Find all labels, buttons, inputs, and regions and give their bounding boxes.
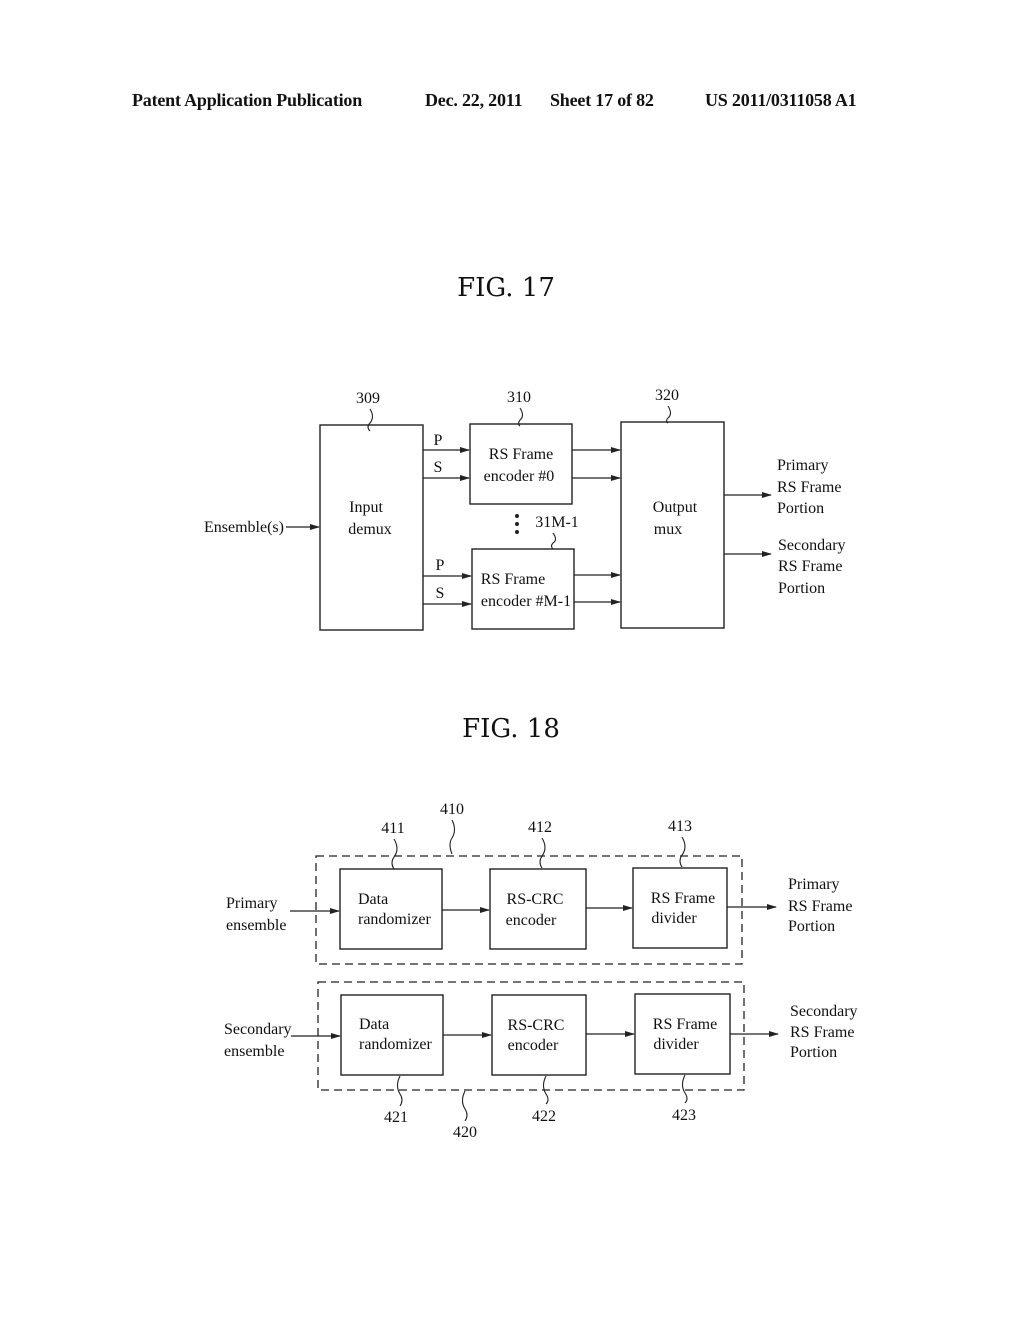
p-label-bottom: P [436, 557, 445, 574]
primary-rs-crc-encoder-block [489, 868, 587, 950]
secondary-portion-line2: RS Frame [790, 1024, 854, 1041]
secondary-divider-line2: divider [653, 1036, 699, 1053]
leader-410 [449, 819, 456, 855]
ensemble-input-label: Ensemble(s) [204, 519, 284, 536]
secondary-randomizer-line1: Data [359, 1016, 389, 1033]
fig17: FIG. 17 Input demux 309 Ensemble(s) RS F… [204, 273, 846, 631]
ref-421: 421 [384, 1109, 408, 1126]
primary-data-randomizer-block [339, 868, 443, 950]
encoder-m1-line2: encoder #M-1 [481, 593, 571, 610]
secondary-rs-crc-encoder-block [491, 994, 587, 1076]
ref-310: 310 [507, 389, 531, 406]
s-label-top: S [434, 459, 443, 476]
secondary-ensemble-line1: Secondary [224, 1021, 292, 1038]
leader-310 [517, 407, 524, 427]
ref-412: 412 [528, 819, 552, 836]
ref-309: 309 [356, 390, 380, 407]
fig17-title: FIG. 17 [457, 273, 555, 303]
ref-423: 423 [672, 1107, 696, 1124]
figures-canvas: FIG. 17 Input demux 309 Ensemble(s) RS F… [204, 273, 858, 1141]
input-demux-line2: demux [348, 521, 392, 538]
ref-420: 420 [453, 1124, 477, 1141]
primary-randomizer-line1: Data [358, 891, 388, 908]
leader-31m-1 [550, 532, 557, 550]
ref-410: 410 [440, 801, 464, 818]
primary-portion-line2: RS Frame [788, 898, 852, 915]
s-label-bottom: S [436, 585, 445, 602]
leader-413 [679, 836, 686, 868]
rs-frame-encoder-0-block [469, 423, 573, 505]
ref-31m-1: 31M-1 [535, 514, 579, 531]
primary-output-line1: Primary [777, 457, 829, 474]
input-demux-line1: Input [349, 499, 383, 516]
secondary-ensemble-line2: ensemble [224, 1043, 284, 1060]
primary-randomizer-line2: randomizer [358, 911, 432, 928]
primary-rscrc-line1: RS-CRC [507, 891, 564, 908]
primary-ensemble-line1: Primary [226, 895, 278, 912]
encoder-m1-line1: RS Frame [481, 571, 545, 588]
leader-412 [539, 837, 546, 869]
secondary-rscrc-line1: RS-CRC [508, 1017, 565, 1034]
primary-rscrc-line2: encoder [506, 912, 557, 929]
primary-divider-line2: divider [651, 910, 697, 927]
ref-413: 413 [668, 818, 692, 835]
secondary-randomizer-line2: randomizer [359, 1036, 433, 1053]
primary-ensemble-line2: ensemble [226, 917, 286, 934]
secondary-rscrc-line2: encoder [508, 1037, 559, 1054]
primary-portion-line3: Portion [788, 918, 835, 935]
ellipsis-dot [515, 530, 519, 534]
ellipsis-dot [515, 522, 519, 526]
primary-divider-line1: RS Frame [651, 890, 715, 907]
secondary-output-line3: Portion [778, 580, 825, 597]
primary-portion-line1: Primary [788, 876, 840, 893]
leader-320 [665, 405, 672, 424]
secondary-divider-line1: RS Frame [653, 1016, 717, 1033]
fig18: FIG. 18 410 Primary ensemble Data random… [224, 714, 858, 1141]
leader-420 [461, 1090, 468, 1122]
primary-output-line2: RS Frame [777, 479, 841, 496]
secondary-output-line2: RS Frame [778, 558, 842, 575]
rs-frame-encoder-m1-block [471, 548, 575, 630]
leader-421 [396, 1075, 403, 1107]
output-mux-line1: Output [653, 499, 698, 516]
p-label-top: P [434, 432, 443, 449]
secondary-data-randomizer-block [340, 994, 444, 1076]
leader-411 [391, 838, 398, 870]
output-mux-line2: mux [654, 521, 682, 538]
primary-rs-frame-divider-block [632, 867, 728, 949]
ref-422: 422 [532, 1108, 556, 1125]
leader-423 [681, 1074, 688, 1104]
secondary-rs-frame-divider-block [634, 993, 731, 1075]
encoder-0-line2: encoder #0 [484, 468, 555, 485]
primary-output-line3: Portion [777, 500, 824, 517]
ref-411: 411 [381, 820, 404, 837]
secondary-output-line1: Secondary [778, 537, 846, 554]
secondary-portion-line1: Secondary [790, 1003, 858, 1020]
encoder-0-line1: RS Frame [489, 446, 553, 463]
ref-320: 320 [655, 387, 679, 404]
fig18-title: FIG. 18 [462, 714, 560, 744]
ellipsis-dot [515, 514, 519, 518]
secondary-portion-line3: Portion [790, 1044, 837, 1061]
